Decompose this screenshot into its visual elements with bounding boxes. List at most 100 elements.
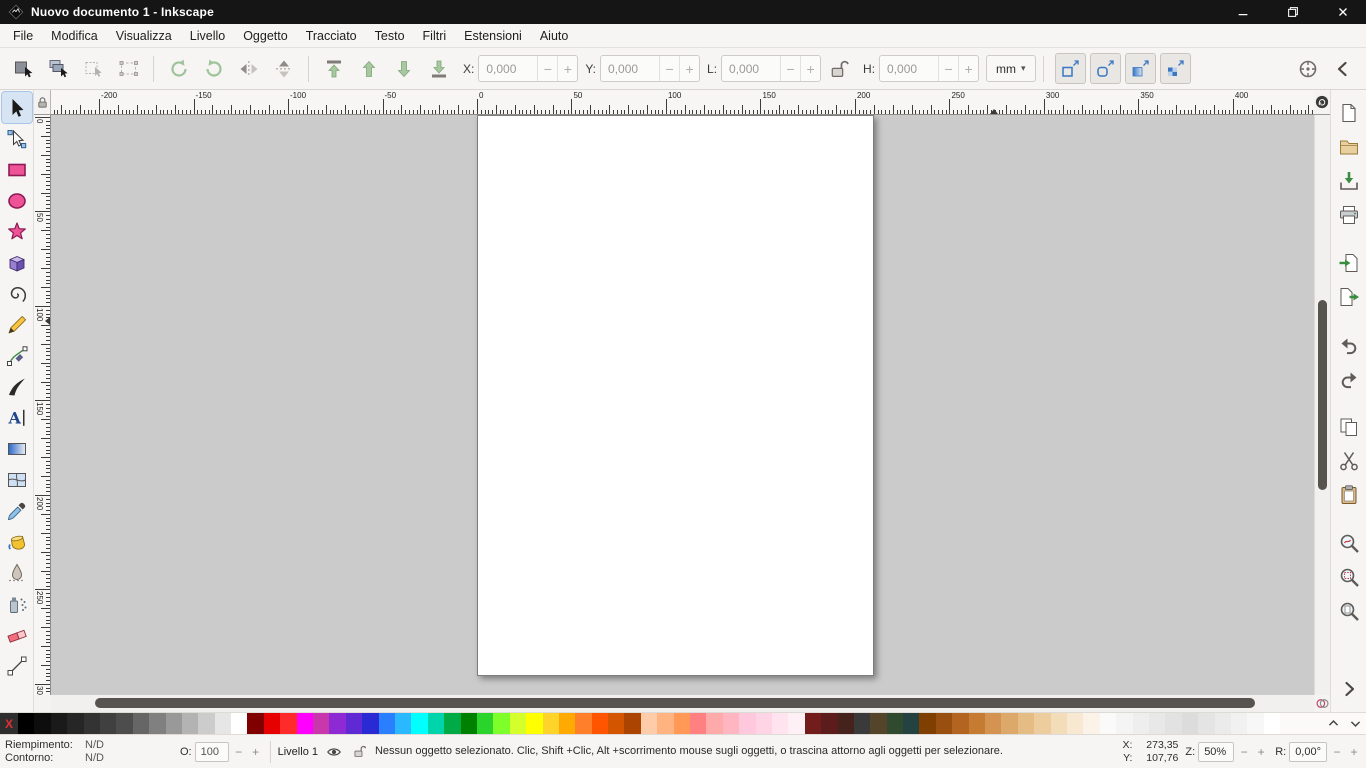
menu-livello[interactable]: Livello (181, 25, 234, 47)
layer-visibility-eye-icon[interactable] (326, 743, 343, 760)
tool-bezier-pen[interactable] (2, 340, 32, 371)
undo-button[interactable] (1335, 331, 1363, 359)
rotation-decrement-icon[interactable]: − (1330, 743, 1344, 761)
palette-swatch[interactable] (1133, 713, 1149, 734)
menu-file[interactable]: File (4, 25, 42, 47)
palette-swatch[interactable] (329, 713, 345, 734)
palette-swatch[interactable] (346, 713, 362, 734)
palette-swatch[interactable] (674, 713, 690, 734)
canvas[interactable] (51, 115, 1314, 695)
opacity-input[interactable]: 100 (195, 742, 229, 762)
palette-swatch[interactable] (116, 713, 132, 734)
snap-toggle[interactable] (1290, 53, 1325, 85)
palette-swatch[interactable] (510, 713, 526, 734)
tool-calligraphy[interactable] (2, 371, 32, 402)
palette-swatch[interactable] (182, 713, 198, 734)
width-decrement-icon[interactable]: − (780, 56, 800, 81)
y-field-value[interactable]: 0,000 (601, 56, 659, 81)
rotation-lock-button[interactable] (1314, 90, 1330, 115)
lock-ratio-toggle[interactable] (821, 53, 856, 85)
close-button[interactable] (1334, 3, 1352, 21)
menu-aiuto[interactable]: Aiuto (531, 25, 578, 47)
palette-swatch[interactable] (18, 713, 34, 734)
palette-swatch[interactable] (51, 713, 67, 734)
horizontal-scrollbar-thumb[interactable] (95, 698, 1255, 708)
vertical-scrollbar-thumb[interactable] (1318, 300, 1327, 490)
menu-oggetto[interactable]: Oggetto (234, 25, 296, 47)
duplicate-button[interactable] (1335, 413, 1363, 441)
menu-modifica[interactable]: Modifica (42, 25, 107, 47)
move-corners-button[interactable] (1090, 53, 1121, 84)
palette-swatch[interactable] (690, 713, 706, 734)
tool-box-3d[interactable] (2, 247, 32, 278)
palette-swatch[interactable] (428, 713, 444, 734)
vertical-scrollbar[interactable] (1314, 115, 1330, 695)
y-increment-icon[interactable]: + (679, 56, 699, 81)
palette-swatch[interactable] (166, 713, 182, 734)
x-field-value[interactable]: 0,000 (479, 56, 537, 81)
palette-swatch[interactable] (1083, 713, 1099, 734)
horizontal-ruler[interactable]: -200-150-100-50050100150200250300350400 (51, 90, 1314, 115)
palette-swatch[interactable] (543, 713, 559, 734)
zoom-page-button[interactable] (1335, 597, 1363, 625)
palette-swatch[interactable] (641, 713, 657, 734)
palette-swatch[interactable] (575, 713, 591, 734)
cut-button[interactable] (1335, 447, 1363, 475)
palette-swatch[interactable] (1215, 713, 1231, 734)
rotate-cw-button[interactable] (196, 53, 231, 85)
palette-swatch[interactable] (821, 713, 837, 734)
select-all-layers-button[interactable] (41, 53, 76, 85)
rotation-input[interactable]: 0,00° (1289, 742, 1327, 762)
rotation-increment-icon[interactable]: + (1347, 743, 1361, 761)
tool-spray[interactable] (2, 588, 32, 619)
palette-swatch[interactable] (854, 713, 870, 734)
ruler-lock-icon[interactable] (34, 90, 51, 115)
palette-no-color[interactable]: X (0, 713, 18, 734)
palette-swatch[interactable] (592, 713, 608, 734)
palette-swatch[interactable] (657, 713, 673, 734)
restore-button[interactable] (1284, 3, 1302, 21)
palette-swatch[interactable] (1247, 713, 1263, 734)
document-new-button[interactable] (1335, 99, 1363, 127)
document-print-button[interactable] (1335, 201, 1363, 229)
menu-filtri[interactable]: Filtri (414, 25, 456, 47)
zoom-drawing-button[interactable] (1335, 529, 1363, 557)
palette-swatch[interactable] (887, 713, 903, 734)
zoom-input[interactable]: 50% (1198, 742, 1234, 762)
x-decrement-icon[interactable]: − (537, 56, 557, 81)
fill-stroke-indicator[interactable]: Riempimento: N/D Contorno: N/D (5, 739, 173, 764)
palette-swatch[interactable] (100, 713, 116, 734)
lower-button[interactable] (386, 53, 421, 85)
palette-swatch[interactable] (1067, 713, 1083, 734)
opacity-increment-icon[interactable]: + (249, 743, 263, 761)
x-increment-icon[interactable]: + (557, 56, 577, 81)
palette-swatch[interactable] (362, 713, 378, 734)
palette-swatch[interactable] (149, 713, 165, 734)
palette-swatch[interactable] (624, 713, 640, 734)
tool-text[interactable]: A (2, 402, 32, 433)
palette-swatch[interactable] (772, 713, 788, 734)
palette-swatch[interactable] (313, 713, 329, 734)
paste-button[interactable] (1335, 481, 1363, 509)
palette-swatch[interactable] (952, 713, 968, 734)
snapbar-collapse-button[interactable] (1325, 53, 1360, 85)
color-management-toggle[interactable] (1314, 695, 1330, 712)
tool-spiral[interactable] (2, 278, 32, 309)
page[interactable] (477, 115, 874, 676)
palette-swatch[interactable] (215, 713, 231, 734)
menu-estensioni[interactable]: Estensioni (455, 25, 531, 47)
height-increment-icon[interactable]: + (958, 56, 978, 81)
width-field-value[interactable]: 0,000 (722, 56, 780, 81)
palette-swatch[interactable] (133, 713, 149, 734)
palette-swatch[interactable] (608, 713, 624, 734)
palette-swatch[interactable] (756, 713, 772, 734)
palette-swatch[interactable] (838, 713, 854, 734)
minimize-button[interactable] (1234, 3, 1252, 21)
palette-swatch[interactable] (739, 713, 755, 734)
palette-swatch[interactable] (985, 713, 1001, 734)
deselect-button[interactable] (76, 53, 111, 85)
move-gradients-button[interactable] (1125, 53, 1156, 84)
palette-swatch[interactable] (198, 713, 214, 734)
tool-dropper[interactable] (2, 495, 32, 526)
raise-button[interactable] (351, 53, 386, 85)
